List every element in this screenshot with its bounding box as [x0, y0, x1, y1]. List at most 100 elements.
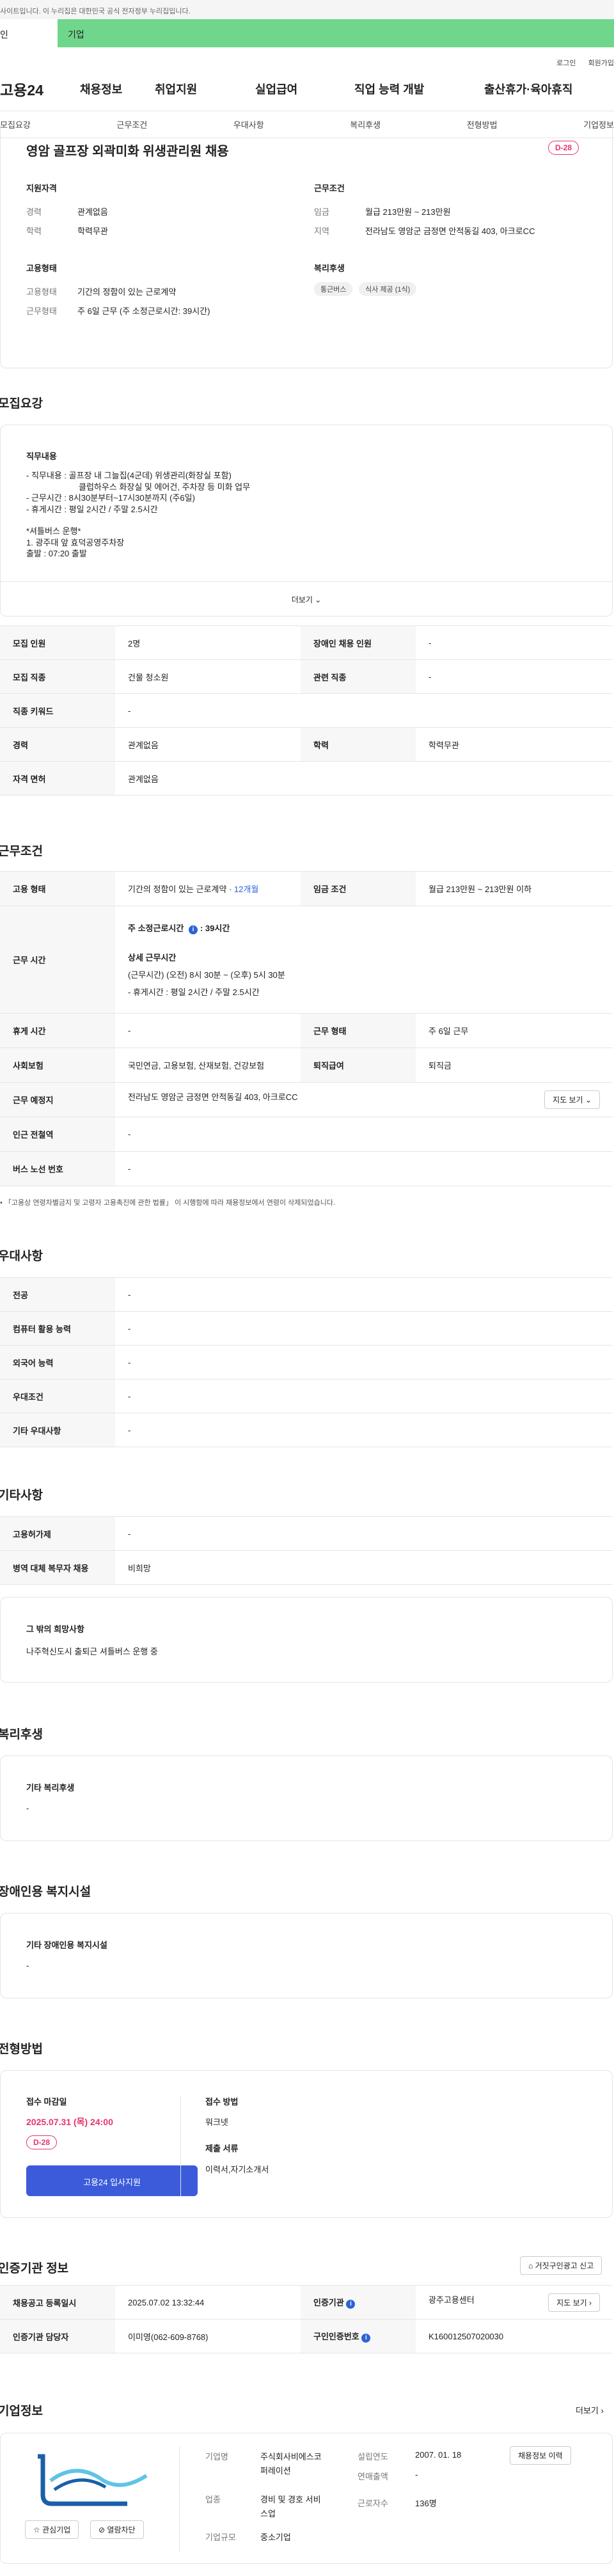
footnote-text: 「고용상 연령차별금지 및 고령자 고용촉진에 관한 법률」 이 시행함에 따라… — [4, 1199, 336, 1207]
detail-line: - 휴게시간 : 평일 2시간 / 주말 2.5시간 — [128, 987, 260, 997]
work-heading: 근무조건 — [314, 184, 345, 193]
cell-header: 근무 형태 — [301, 1013, 416, 1048]
table-row: 자격 면허 관계없음 — [0, 761, 613, 796]
cell-value: - — [416, 625, 613, 660]
info-icon[interactable]: i — [188, 925, 198, 934]
welfare-heading: 복리후생 — [314, 263, 345, 273]
table-row: 우대조건 - — [0, 1379, 613, 1413]
favorite-company-button[interactable]: ☆ 관심기업 — [25, 2520, 79, 2539]
company-name-line: 퍼레이션 — [260, 2466, 291, 2476]
company-more-label: 더보기 — [576, 2406, 599, 2415]
apply-button[interactable]: 고용24 입사지원 — [26, 2165, 198, 2196]
chevron-down-icon: ⌄ — [585, 1096, 592, 1104]
agency-label: 인증기관 — [313, 2298, 344, 2307]
info-icon[interactable]: i — [361, 2334, 371, 2343]
wage-label: 임금 — [314, 207, 329, 217]
recruit-table: 모집 인원 2명 장애인 채용 인원 - 모집 직종 건물 청소원 관련 직종 … — [0, 625, 613, 796]
duty-text: - 직무내용 : 골프장 내 그늘집(4군데) 위생관리(화장실 포함) 클럽하… — [26, 470, 250, 560]
gnb-item-unemployment[interactable]: 실업급여 — [255, 81, 354, 97]
qualification-heading: 지원자격 — [26, 184, 57, 193]
process-card: 접수 마감일 2025.07.31 (목) 24:00 D-28 고용24 입사… — [0, 2070, 613, 2218]
star-icon: ☆ — [33, 2525, 40, 2534]
hope-heading: 그 밖의 희망사항 — [26, 1624, 84, 1634]
cell-value: 2025.07.02 13:32:44 — [115, 2285, 301, 2320]
cell-value: - — [115, 1013, 301, 1048]
info-icon[interactable]: i — [346, 2300, 356, 2309]
no-header-cell: 구인인증번호 i — [301, 2319, 416, 2353]
weekly-hours-line: 주 소정근로시간 i: 39시간 — [128, 923, 230, 934]
disability-card: 기타 장애인용 복지시설 - — [0, 1913, 613, 1999]
cell-header: 퇴직급여 — [301, 1048, 416, 1083]
agency-value: 광주고용센터 — [429, 2295, 475, 2305]
company-more-link[interactable]: 더보기 › — [576, 2404, 604, 2416]
block-label: 열람차단 — [107, 2525, 136, 2534]
size-value: 중소기업 — [260, 2533, 291, 2542]
cell-header: 인근 전철역 — [0, 1117, 115, 1152]
cell-value: - — [115, 1345, 613, 1379]
process-heading: 전형방법 — [0, 2043, 43, 2056]
edu-label: 학력 — [26, 226, 42, 236]
table-row: 직종 키워드 - — [0, 693, 613, 728]
agency-heading: 인증기관 정보 — [0, 2262, 69, 2275]
region-value: 전라남도 영암군 금정면 안적동길 403, 아크로CC — [365, 226, 535, 236]
gnb-item-training[interactable]: 직업 능력 개발 — [354, 81, 484, 97]
place-value: 전라남도 영암군 금정면 안적동길 403, 아크로CC — [128, 1092, 298, 1102]
map-button-label: 지도 보기 — [553, 1096, 583, 1104]
weekly-hours-value: 39시간 — [205, 923, 230, 933]
duty-line: 클럽하우스 화장실 및 에어건, 주차장 등 미화 업무 — [79, 482, 251, 492]
job-title: 영암 골프장 외곽미화 위생관리원 채용 — [26, 145, 229, 159]
global-nav: 고용24 채용정보 취업지원 실업급여 직업 능력 개발 출산휴가·육아휴직 — [0, 67, 614, 111]
cell-value: - — [115, 693, 613, 728]
table-row: 모집 인원 2명 장애인 채용 인원 - — [0, 625, 613, 660]
cell-value: - — [115, 1516, 613, 1551]
gnb-item-leave[interactable]: 출산휴가·육아휴직 — [484, 81, 612, 97]
no-label: 구인인증번호 — [313, 2332, 359, 2341]
cell-value: 건물 청소원 — [115, 659, 301, 694]
industry-line: 스업 — [260, 2509, 276, 2518]
docs-label: 제출 서류 — [205, 2144, 239, 2153]
emp-type-months: 12개월 — [233, 884, 259, 894]
cell-header: 직종 키워드 — [0, 693, 115, 728]
chevron-right-icon: › — [589, 2298, 592, 2307]
industry-label: 업종 — [205, 2495, 221, 2504]
employ-heading: 고용형태 — [26, 263, 57, 273]
company-name-line: 주식회사비에스코 — [260, 2452, 322, 2462]
region-label: 지역 — [314, 226, 329, 236]
cell-header: 휴게 시간 — [0, 1013, 115, 1048]
company-jobs-button[interactable]: 채용정보 이력 — [510, 2446, 571, 2465]
cell-header: 사회보험 — [0, 1048, 115, 1083]
founded-label: 설립연도 — [358, 2452, 388, 2462]
preference-table: 전공 - 컴퓨터 활용 능력 - 외국어 능력 - 우대조건 - 기타 우대사항 - — [0, 1277, 613, 1447]
login-link[interactable]: 로그인 — [556, 59, 576, 67]
tab-personal[interactable]: 인 — [0, 19, 58, 47]
site-logo[interactable]: 고용24 — [0, 78, 80, 100]
company-card: ☆ 관심기업 ⊘ 열람차단 기업명 주식회사비에스코 퍼레이션 설립연도 2007… — [0, 2433, 613, 2564]
agency-map-button[interactable]: 지도 보기 › — [548, 2293, 600, 2312]
tab-company[interactable]: 기업 — [58, 19, 614, 47]
join-link[interactable]: 회원가입 — [588, 59, 614, 67]
cell-value: 2명 — [115, 625, 301, 660]
employees-value: 136명 — [415, 2499, 437, 2508]
table-row: 인증기관 담당자 이미영(062-609-8768) 구인인증번호 i K160… — [0, 2319, 613, 2353]
duty-line: *셔틀버스 운행* — [26, 526, 81, 536]
cell-header: 외국어 능력 — [0, 1345, 115, 1379]
map-button[interactable]: 지도 보기 ⌄ — [544, 1090, 600, 1109]
agency-map-label: 지도 보기 — [556, 2298, 587, 2307]
cell-value: 퇴직금 — [416, 1048, 613, 1083]
wage-value: 월급 213만원 ~ 213만원 — [365, 207, 451, 217]
cell-value: 주 6일 근무 — [416, 1013, 613, 1048]
chip-meal: 식사 제공 (1식) — [359, 282, 417, 296]
cell-header: 전공 — [0, 1277, 115, 1312]
company-heading: 기업정보 — [0, 2405, 43, 2418]
job-summary-card: 영암 골프장 외곽미화 위생관리원 채용 D-28 지원자격 경력 관계없음 학… — [0, 125, 613, 368]
gnb-item-employment-support[interactable]: 취업지원 — [155, 81, 255, 97]
more-button[interactable]: 더보기 ⌄ — [1, 581, 612, 617]
block-company-button[interactable]: ⊘ 열람차단 — [90, 2520, 144, 2539]
emp-type-value: 기간의 정함이 있는 근로계약 — [77, 287, 177, 297]
gnb-item-jobs[interactable]: 채용정보 — [80, 81, 155, 97]
welfare-box-heading: 기타 복리후생 — [26, 1783, 75, 1793]
report-icon: ⌂ — [528, 2261, 533, 2270]
page-body: 영암 골프장 외곽미화 위생관리원 채용 D-28 지원자격 경력 관계없음 학… — [0, 125, 614, 2576]
agency-table: 채용공고 등록일시 2025.07.02 13:32:44 인증기관 i 광주고… — [0, 2285, 613, 2353]
report-button[interactable]: ⌂ 거짓구인광고 신고 — [520, 2256, 602, 2275]
